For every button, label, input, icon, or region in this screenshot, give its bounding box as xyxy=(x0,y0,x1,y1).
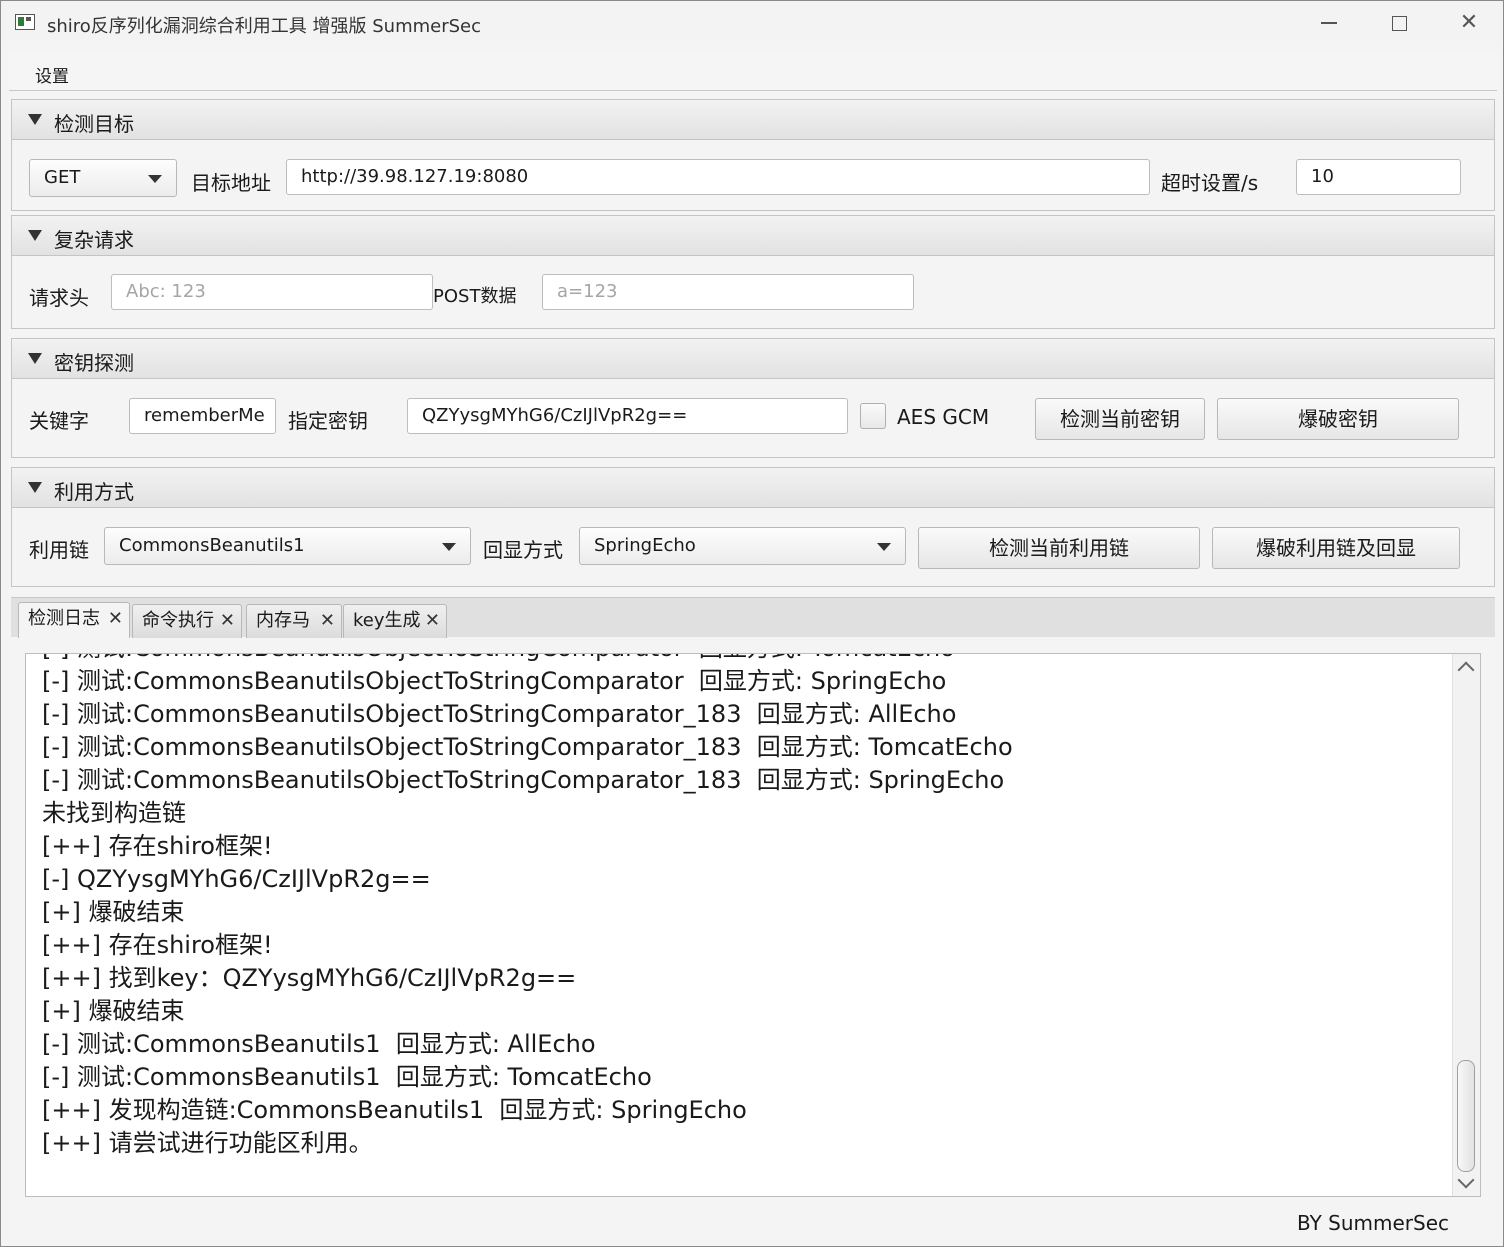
menu-settings[interactable]: 设置 xyxy=(35,62,69,87)
chevron-up-icon[interactable] xyxy=(1457,661,1475,679)
log-line: 未找到构造链 xyxy=(42,799,186,827)
post-label: POST数据 xyxy=(433,286,517,307)
close-icon[interactable]: ✕ xyxy=(320,605,335,637)
brute-chain-button[interactable]: 爆破利用链及回显 xyxy=(1212,527,1460,569)
detect-chain-button[interactable]: 检测当前利用链 xyxy=(918,527,1200,569)
timeout-label: 超时设置/s xyxy=(1161,171,1259,195)
complex-pane-header[interactable]: 复杂请求 xyxy=(12,216,1494,256)
log-line: [-] 测试:CommonsBeanutils1 回显方式: TomcatEch… xyxy=(42,1063,652,1091)
header-label: 请求头 xyxy=(29,286,89,310)
log-line: [+] 爆破结束 xyxy=(42,997,185,1025)
exploit-pane-title: 利用方式 xyxy=(54,480,134,504)
target-pane: 检测目标 GET 目标地址 http://39.98.127.19:8080 超… xyxy=(11,99,1495,211)
tab-label: key生成 xyxy=(353,610,421,631)
log-line: [-] 测试:CommonsBeanutilsObjectToStringCom… xyxy=(42,766,1005,794)
key-pane-header[interactable]: 密钥探测 xyxy=(12,339,1494,379)
key-input[interactable]: QZYysgMYhG6/CzIJlVpR2g== xyxy=(407,398,848,434)
chevron-down-icon[interactable] xyxy=(1457,1171,1475,1189)
key-pane: 密钥探测 关键字 rememberMe 指定密钥 QZYysgMYhG6/CzI… xyxy=(11,338,1495,458)
close-icon[interactable]: ✕ xyxy=(108,603,123,635)
log-line: [-] 测试:CommonsBeanutils1 回显方式: AllEcho xyxy=(42,1030,596,1058)
close-icon: ✕ xyxy=(1459,10,1479,35)
log-line: [-] 测试:CommonsBeanutilsObjectToStringCom… xyxy=(42,667,947,695)
log-line: [-] QZYysgMYhG6/CzIJlVpR2g== xyxy=(42,865,431,893)
chevron-down-icon xyxy=(442,543,456,551)
tab-memshell[interactable]: 内存马 ✕ xyxy=(246,604,342,638)
close-icon[interactable]: ✕ xyxy=(220,605,235,637)
tab-bar: 检测日志 ✕ 命令执行 ✕ 内存马 ✕ key生成 ✕ xyxy=(11,597,1495,638)
complex-pane: 复杂请求 请求头 Abc: 123 POST数据 a=123 xyxy=(11,215,1495,329)
chain-select[interactable]: CommonsBeanutils1 xyxy=(104,527,471,565)
log-line: [-] 测试:CommonsBeanutilsObjectToStringCom… xyxy=(42,654,1013,665)
author-credit: BY SummerSec xyxy=(1296,1211,1449,1235)
log-line: [++] 发现构造链:CommonsBeanutils1 回显方式: Sprin… xyxy=(42,1096,747,1124)
url-label: 目标地址 xyxy=(191,171,271,195)
url-input[interactable]: http://39.98.127.19:8080 xyxy=(286,159,1150,195)
log-lines: [-] 测试:CommonsBeanutilsObjectToStringCom… xyxy=(42,654,1013,1160)
log-line: [++] 请尝试进行功能区利用。 xyxy=(42,1129,373,1157)
tab-detect-log[interactable]: 检测日志 ✕ xyxy=(18,602,130,638)
maximize-icon xyxy=(1391,15,1407,31)
target-pane-title: 检测目标 xyxy=(54,112,134,136)
tab-label: 命令执行 xyxy=(142,610,214,631)
app-icon xyxy=(15,14,35,30)
log-line: [++] 存在shiro框架! xyxy=(42,931,273,959)
collapse-arrow-icon xyxy=(28,482,42,493)
log-line: [++] 找到key：QZYysgMYhG6/CzIJlVpR2g== xyxy=(42,964,577,992)
echo-label: 回显方式 xyxy=(483,538,563,562)
method-select[interactable]: GET xyxy=(29,159,177,197)
exploit-pane-header[interactable]: 利用方式 xyxy=(12,468,1494,508)
log-line: [++] 存在shiro框架! xyxy=(42,832,273,860)
tab-command-exec[interactable]: 命令执行 ✕ xyxy=(132,604,242,638)
collapse-arrow-icon xyxy=(28,230,42,241)
timeout-input[interactable]: 10 xyxy=(1296,159,1461,195)
chain-label: 利用链 xyxy=(29,538,89,562)
post-input[interactable]: a=123 xyxy=(542,274,914,310)
log-line: [-] 测试:CommonsBeanutilsObjectToStringCom… xyxy=(42,733,1013,761)
echo-value: SpringEcho xyxy=(594,535,696,556)
minimize-button[interactable] xyxy=(1301,7,1357,41)
app-window: shiro反序列化漏洞综合利用工具 增强版 SummerSec ✕ 设置 检测目… xyxy=(0,0,1504,1247)
exploit-pane: 利用方式 利用链 CommonsBeanutils1 回显方式 SpringEc… xyxy=(11,467,1495,587)
chevron-down-icon xyxy=(148,175,162,183)
log-line: [-] 测试:CommonsBeanutilsObjectToStringCom… xyxy=(42,700,957,728)
log-line: [+] 爆破结束 xyxy=(42,898,185,926)
aes-gcm-label: AES GCM xyxy=(897,405,990,429)
tab-label: 内存马 xyxy=(256,610,310,631)
target-pane-header[interactable]: 检测目标 xyxy=(12,100,1494,140)
title-bar: shiro反序列化漏洞综合利用工具 增强版 SummerSec ✕ xyxy=(1,1,1503,47)
method-value: GET xyxy=(44,167,81,188)
minimize-icon xyxy=(1321,22,1337,24)
tab-key-gen[interactable]: key生成 ✕ xyxy=(343,604,447,638)
chain-value: CommonsBeanutils1 xyxy=(119,535,305,556)
close-button[interactable]: ✕ xyxy=(1441,7,1497,41)
chevron-down-icon xyxy=(877,543,891,551)
keyword-label: 关键字 xyxy=(29,409,89,433)
detect-key-button[interactable]: 检测当前密钥 xyxy=(1035,398,1205,440)
key-label: 指定密钥 xyxy=(288,409,368,433)
log-scrollbar[interactable] xyxy=(1452,654,1480,1196)
complex-pane-title: 复杂请求 xyxy=(54,228,134,252)
maximize-button[interactable] xyxy=(1371,7,1427,41)
brute-key-button[interactable]: 爆破密钥 xyxy=(1217,398,1459,440)
close-icon[interactable]: ✕ xyxy=(425,605,440,637)
collapse-arrow-icon xyxy=(28,353,42,364)
key-pane-title: 密钥探测 xyxy=(54,351,134,375)
menu-bar: 设置 xyxy=(9,53,1497,91)
scrollbar-thumb[interactable] xyxy=(1457,1060,1475,1172)
header-input[interactable]: Abc: 123 xyxy=(111,274,433,310)
window-title: shiro反序列化漏洞综合利用工具 增强版 SummerSec xyxy=(47,16,482,37)
echo-select[interactable]: SpringEcho xyxy=(579,527,906,565)
keyword-input[interactable]: rememberMe xyxy=(129,398,276,434)
collapse-arrow-icon xyxy=(28,114,42,125)
tab-label: 检测日志 xyxy=(28,608,100,629)
aes-gcm-checkbox[interactable] xyxy=(860,403,886,429)
log-textarea[interactable]: [-] 测试:CommonsBeanutilsObjectToStringCom… xyxy=(25,653,1481,1197)
